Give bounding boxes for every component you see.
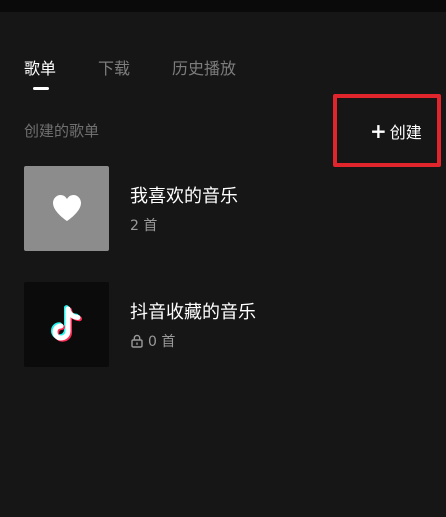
playlist-title: 抖音收藏的音乐 — [130, 301, 256, 323]
section-title: 创建的歌单 — [24, 122, 100, 140]
heart-icon — [52, 195, 81, 221]
create-playlist-button[interactable]: + 创建 — [370, 119, 422, 143]
tiktok-logo-icon — [50, 305, 82, 342]
playlist-item-douyin-collection[interactable]: 抖音收藏的音乐 0 首 — [24, 281, 424, 367]
lock-icon — [131, 334, 143, 348]
playlist-item-favorites[interactable]: 我喜欢的音乐 2 首 — [24, 165, 424, 251]
playlist-cover — [24, 165, 109, 251]
tab-active-indicator — [33, 87, 49, 90]
tab-history[interactable]: 历史播放 — [172, 58, 262, 84]
tab-label: 历史播放 — [172, 59, 237, 78]
tab-label: 下载 — [98, 59, 131, 78]
plus-icon: + — [370, 119, 387, 143]
tab-downloads[interactable]: 下载 — [98, 58, 172, 84]
playlist-cover — [24, 281, 109, 367]
playlist-count: 2 首 — [130, 215, 238, 235]
create-label: 创建 — [389, 123, 422, 142]
playlist-title: 我喜欢的音乐 — [130, 185, 238, 207]
tab-playlists[interactable]: 歌单 — [24, 58, 98, 90]
status-bar — [0, 0, 446, 12]
song-count: 0 首 — [148, 333, 176, 350]
playlist-count: 0 首 — [130, 331, 256, 351]
song-count: 2 首 — [130, 217, 158, 234]
tab-bar: 歌单 下载 历史播放 — [24, 58, 262, 90]
tab-label: 歌单 — [24, 59, 57, 78]
playlist-screen: 歌单 下载 历史播放 创建的歌单 + 创建 我喜欢的音乐 2 首 抖音收藏的音乐… — [0, 0, 446, 517]
